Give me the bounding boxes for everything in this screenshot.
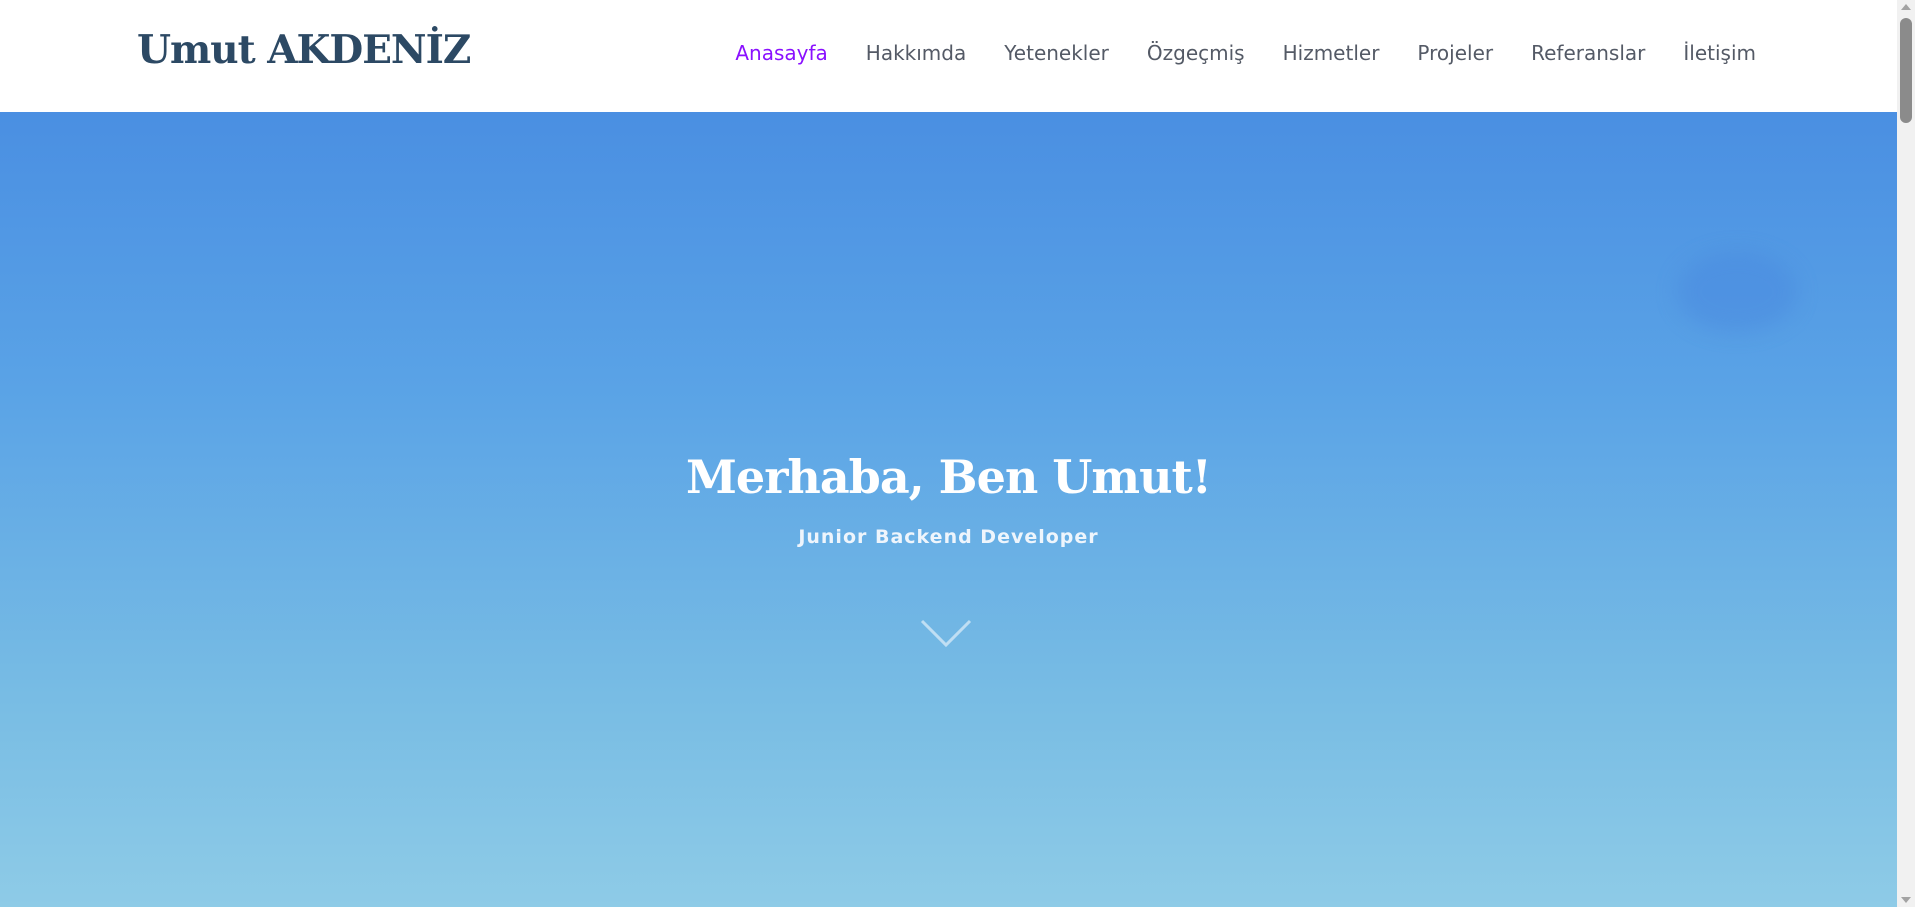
nav-link-anasayfa[interactable]: Anasayfa [735, 41, 827, 65]
scrollbar-thumb[interactable] [1900, 18, 1912, 123]
chevron-down-icon[interactable] [918, 615, 974, 651]
scroll-up-arrow-icon[interactable] [1901, 4, 1911, 10]
hero-section: Merhaba, Ben Umut! Junior Backend Develo… [0, 112, 1897, 907]
vertical-scrollbar[interactable] [1897, 0, 1915, 907]
hero-title: Merhaba, Ben Umut! [686, 450, 1212, 504]
nav-link-iletisim[interactable]: İletişim [1683, 41, 1756, 65]
scroll-down-arrow-icon[interactable] [1901, 897, 1911, 903]
nav-menu: Anasayfa Hakkımda Yetenekler Özgeçmiş Hi… [735, 41, 1756, 65]
nav-link-ozgecmis[interactable]: Özgeçmiş [1147, 41, 1245, 65]
hero-background-glow [1677, 252, 1797, 332]
nav-link-hizmetler[interactable]: Hizmetler [1283, 41, 1380, 65]
nav-link-projeler[interactable]: Projeler [1417, 41, 1493, 65]
site-logo-text[interactable]: Umut AKDENİZ [137, 27, 471, 73]
nav-link-referanslar[interactable]: Referanslar [1531, 41, 1645, 65]
navbar: Umut AKDENİZ Anasayfa Hakkımda Yetenekle… [0, 0, 1897, 112]
nav-link-hakkimda[interactable]: Hakkımda [866, 41, 966, 65]
nav-link-yetenekler[interactable]: Yetenekler [1004, 41, 1109, 65]
hero-subtitle: Junior Backend Developer [798, 526, 1099, 548]
page: Umut AKDENİZ Anasayfa Hakkımda Yetenekle… [0, 0, 1915, 907]
